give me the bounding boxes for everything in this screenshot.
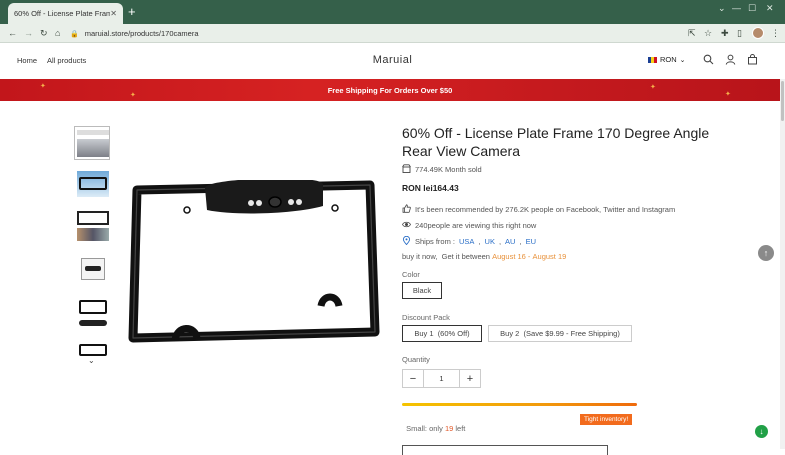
menu-kebab-icon[interactable]: ⋮ [771, 27, 780, 39]
address-bar[interactable]: 🔒 maruial.store/products/170camera [70, 26, 720, 41]
reload-icon[interactable]: ↻ [40, 27, 48, 39]
inventory-progress-bar [402, 403, 637, 406]
product-thumbnail[interactable] [74, 251, 110, 285]
close-window-button[interactable]: ✕ [766, 3, 774, 14]
back-icon[interactable]: ← [8, 27, 17, 39]
viewers-line: 240people are viewing this right now [402, 220, 536, 231]
currency-selector[interactable]: RON ⌄ [648, 55, 686, 64]
ships-from-eu: EU [525, 237, 536, 246]
browser-tab[interactable]: 60% Off - License Plate Frame 1 ✕ [8, 3, 123, 24]
ships-from-line: Ships from : USA, UK, AU, EU [402, 235, 536, 247]
minimize-button[interactable]: — [732, 3, 741, 13]
tab-search-icon[interactable]: ⌄ [718, 3, 726, 14]
product-thumbnail[interactable] [74, 166, 110, 200]
scroll-to-top-button[interactable]: ↑ [758, 245, 774, 261]
new-tab-button[interactable]: + [128, 4, 136, 20]
location-pin-icon [402, 235, 411, 247]
ships-from-au: AU [505, 237, 516, 246]
quantity-decrease-button[interactable]: − [403, 370, 423, 387]
close-tab-icon[interactable]: ✕ [110, 9, 117, 18]
bookmark-star-icon[interactable]: ☆ [704, 27, 712, 39]
eye-icon [402, 220, 411, 231]
delivery-estimate: buy it now, Get it between August 16 - A… [402, 252, 566, 261]
thumbs-up-icon [402, 204, 411, 215]
quantity-increase-button[interactable]: + [460, 370, 480, 387]
arrow-down-icon: ↓ [759, 427, 764, 436]
stock-remaining: Small: only 19 left [402, 415, 465, 433]
discount-pack-label: Discount Pack [402, 313, 450, 322]
arrow-up-icon: ↑ [763, 248, 769, 258]
ships-from-label: Ships from : [415, 237, 456, 246]
browser-tab-bar: 60% Off - License Plate Frame 1 ✕ + ⌄ — … [0, 0, 785, 24]
home-icon[interactable]: ⌂ [55, 27, 60, 39]
color-label: Color [402, 270, 420, 279]
delivery-prefix: buy it now, Get it between [402, 252, 490, 261]
product-thumbnail[interactable] [74, 208, 110, 242]
recommendation-line: It's been recommended by 276.2K people o… [402, 204, 675, 215]
delivery-end-date: August 19 [532, 252, 567, 261]
sold-count: 774.49K Month sold [402, 164, 482, 175]
site-header: Home All products Maruial RON ⌄ [0, 43, 785, 79]
recommendation-text: It's been recommended by 276.2K people o… [415, 205, 676, 214]
currency-label: RON [660, 55, 677, 64]
page-scrollbar-thumb[interactable] [781, 81, 784, 121]
floating-action-button[interactable]: ↓ [755, 425, 768, 438]
cart-icon[interactable] [747, 54, 758, 68]
store-icon [402, 164, 411, 175]
forward-icon[interactable]: → [24, 27, 33, 39]
ships-from-uk: UK [484, 237, 495, 246]
chevron-down-icon[interactable]: ⌄ [88, 356, 95, 365]
promo-banner: ✦ ✦ ✦ ✦ Free Shipping For Orders Over $5… [0, 79, 780, 101]
quantity-label: Quantity [402, 355, 430, 364]
sparkle-decoration: ✦ [130, 92, 136, 99]
search-icon[interactable] [703, 54, 714, 68]
sparkle-decoration: ✦ [40, 83, 46, 90]
discount-option-buy-2[interactable]: Buy 2 (Save $9.99 - Free Shipping) [488, 325, 632, 342]
lock-icon: 🔒 [70, 30, 79, 38]
delivery-separator: - [525, 252, 533, 261]
browser-toolbar: ← → ↻ ⌂ 🔒 maruial.store/products/170came… [0, 24, 785, 43]
main-product-image [128, 180, 380, 343]
quantity-stepper: − 1 + [402, 369, 481, 388]
ships-from-usa: USA [459, 237, 475, 246]
discount-option-buy-1[interactable]: Buy 1 (60% Off) [402, 325, 482, 342]
quantity-input[interactable]: 1 [423, 370, 460, 387]
share-icon[interactable]: ⇱ [688, 27, 696, 39]
tight-inventory-badge: Tight inventory! [580, 414, 633, 425]
romania-flag-icon [648, 56, 657, 63]
browser-tab-title: 60% Off - License Plate Frame 1 [14, 9, 111, 18]
product-thumbnail[interactable] [74, 126, 110, 160]
product-price: RON lei164.43 [402, 183, 459, 193]
viewers-text: 240people are viewing this right now [415, 221, 537, 230]
maximize-button[interactable]: ☐ [748, 3, 756, 14]
color-option-black[interactable]: Black [402, 282, 442, 299]
page-scrollbar[interactable] [780, 79, 785, 449]
sparkle-decoration: ✦ [725, 91, 731, 98]
stock-prefix: Small: only [406, 424, 445, 433]
product-title: 60% Off - License Plate Frame 170 Degree… [402, 125, 710, 159]
add-to-cart-button[interactable] [402, 445, 608, 455]
account-icon[interactable] [725, 54, 736, 68]
chevron-down-icon: ⌄ [679, 56, 686, 64]
url-text: maruial.store/products/170camera [84, 29, 199, 38]
sparkle-decoration: ✦ [650, 84, 656, 91]
product-thumbnail[interactable] [74, 295, 110, 329]
side-panel-icon[interactable]: ▯ [737, 27, 742, 39]
sold-text: 774.49K Month sold [415, 165, 482, 174]
extensions-icon[interactable]: ✚ [721, 27, 729, 39]
profile-avatar[interactable] [752, 27, 764, 39]
delivery-start-date: August 16 [492, 252, 526, 261]
stock-suffix: left [453, 424, 466, 433]
promo-text: Free Shipping For Orders Over $50 [327, 85, 453, 95]
